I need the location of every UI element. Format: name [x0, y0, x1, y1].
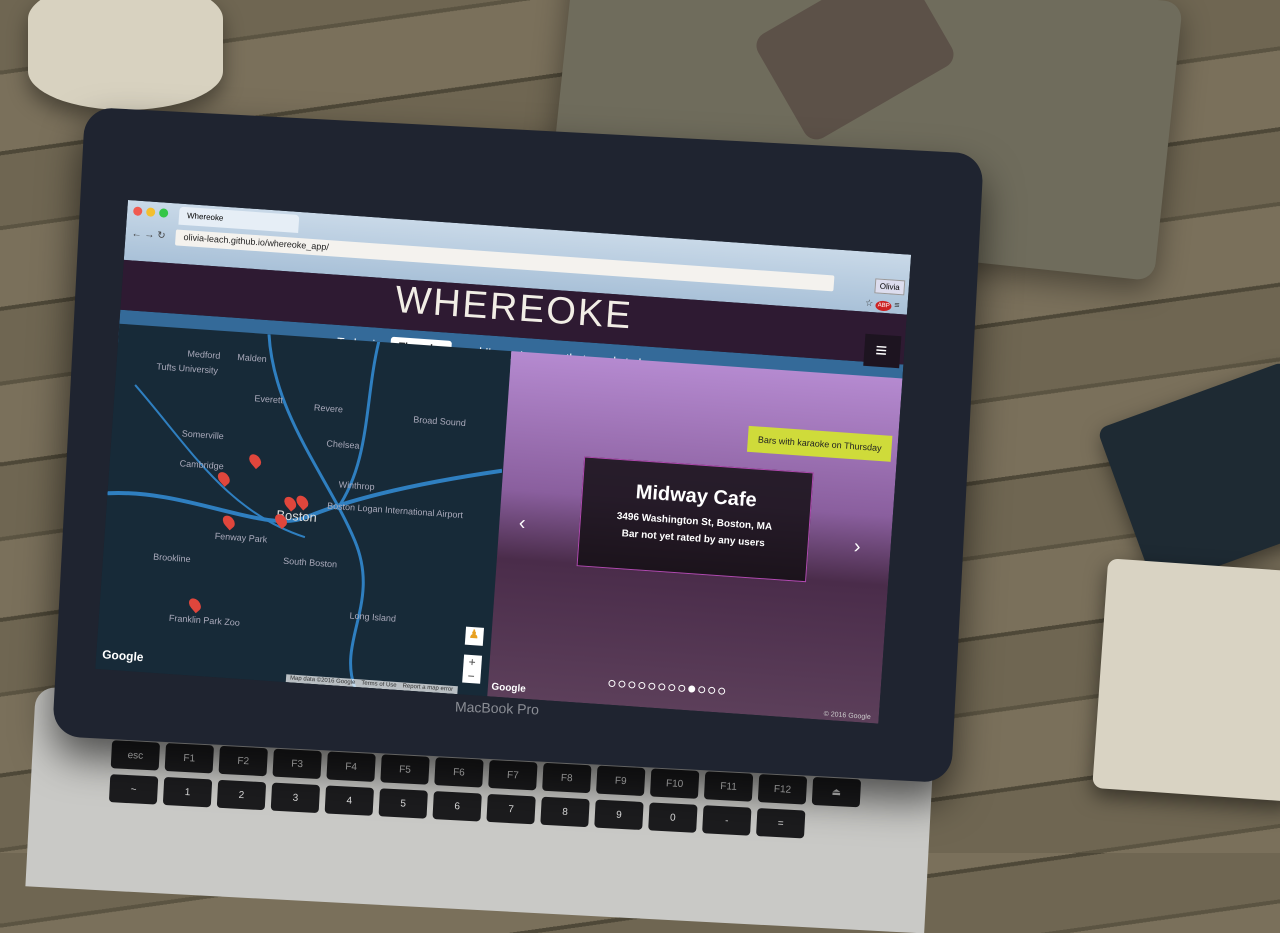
- keyboard-key: F1: [164, 742, 215, 774]
- terms-link[interactable]: Terms of Use: [361, 680, 397, 688]
- nav-buttons: ← → ↻: [131, 228, 166, 241]
- minimize-button[interactable]: [145, 207, 156, 217]
- carousel-dot[interactable]: [717, 687, 725, 695]
- map-label: Malden: [236, 352, 268, 365]
- forward-icon[interactable]: →: [144, 229, 155, 241]
- keyboard-key: F5: [380, 754, 430, 785]
- candle-jar: [28, 0, 223, 110]
- coaster: [1092, 558, 1280, 802]
- zoom-controls: + −: [461, 654, 482, 684]
- google-logo: Google: [101, 647, 144, 665]
- carousel-dot[interactable]: [697, 685, 705, 694]
- keyboard-key: F3: [272, 748, 322, 780]
- keyboard-key: ~: [108, 774, 159, 805]
- keyboard-key: 4: [324, 785, 375, 816]
- reload-icon[interactable]: ↻: [157, 230, 166, 242]
- keyboard-key: F2: [218, 745, 268, 777]
- laptop-brand: MacBook Pro: [454, 698, 540, 718]
- keyboard-key: 6: [432, 791, 482, 822]
- maximize-button[interactable]: [158, 208, 169, 218]
- karaoke-badge: Bars with karaoke on Thursday: [747, 425, 893, 462]
- keyboard-key: F10: [649, 768, 700, 799]
- carousel-dot[interactable]: [657, 683, 666, 691]
- carousel-dot[interactable]: [677, 684, 686, 693]
- keyboard-key: 1: [162, 776, 213, 808]
- adblock-icon[interactable]: ABP: [875, 300, 892, 312]
- keyboard-key: esc: [110, 740, 161, 771]
- keyboard-key: =: [756, 808, 806, 839]
- carousel-indicators: [607, 679, 725, 695]
- close-button[interactable]: [132, 206, 143, 217]
- google-logo: Google: [491, 681, 527, 695]
- screen: Whereoke ← → ↻ olivia-leach.github.io/wh…: [95, 200, 912, 724]
- keyboard-key: 3: [270, 782, 321, 814]
- carousel-dot[interactable]: [667, 683, 676, 692]
- next-arrow-icon[interactable]: ›: [853, 536, 861, 559]
- keyboard-key: 0: [648, 802, 698, 833]
- carousel-dot[interactable]: [707, 686, 715, 695]
- carousel-dot[interactable]: [607, 679, 616, 688]
- copyright: © 2016 Google: [823, 710, 871, 722]
- carousel-dot[interactable]: [637, 681, 646, 690]
- profile-button[interactable]: Olivia: [874, 278, 906, 296]
- hamburger-icon[interactable]: ≡: [863, 333, 902, 369]
- back-icon[interactable]: ←: [131, 228, 142, 240]
- keyboard-key: 2: [216, 779, 267, 811]
- carousel-dot[interactable]: [647, 682, 656, 690]
- street-view-carousel[interactable]: Bars with karaoke on Thursday Midway Caf…: [486, 351, 903, 724]
- browser-tab[interactable]: Whereoke: [178, 206, 300, 233]
- keyboard-key: F8: [542, 762, 592, 794]
- keyboard-key: F12: [757, 774, 808, 805]
- map-label: Everett: [254, 393, 284, 406]
- zoom-out-button[interactable]: −: [462, 668, 481, 683]
- keyboard-key: F9: [596, 765, 646, 797]
- keyboard-key: 8: [540, 796, 590, 828]
- coaster: [1096, 360, 1280, 590]
- tab-title: Whereoke: [186, 211, 224, 223]
- prev-arrow-icon[interactable]: ‹: [518, 512, 526, 535]
- keyboard-key: F4: [326, 751, 376, 782]
- keyboard-key: 5: [378, 788, 428, 819]
- carousel-dot[interactable]: [617, 680, 626, 688]
- chrome-menu-icon[interactable]: ≡: [894, 300, 900, 310]
- star-icon[interactable]: ☆: [865, 298, 874, 309]
- pegman-icon[interactable]: ♟: [464, 626, 484, 646]
- map-label: Revere: [313, 402, 344, 415]
- toolbar-icons: ☆ ABP ≡: [865, 298, 900, 312]
- keyboard-key: 9: [594, 799, 644, 831]
- keyboard-key: F11: [703, 771, 754, 802]
- keyboard-key: 7: [486, 793, 536, 825]
- carousel-dot[interactable]: [687, 685, 695, 693]
- zoom-in-button[interactable]: +: [463, 655, 482, 670]
- bar-card: Midway Cafe 3496 Washington St, Boston, …: [576, 456, 814, 583]
- keyboard-key: F6: [434, 757, 484, 788]
- keyboard-key: ⏏: [811, 776, 862, 808]
- keyboard-key: -: [702, 805, 752, 836]
- carousel-dot[interactable]: [627, 681, 636, 689]
- keyboard-key: F7: [488, 759, 538, 791]
- map[interactable]: Medford Malden Tufts University Everett Reve…: [95, 323, 511, 697]
